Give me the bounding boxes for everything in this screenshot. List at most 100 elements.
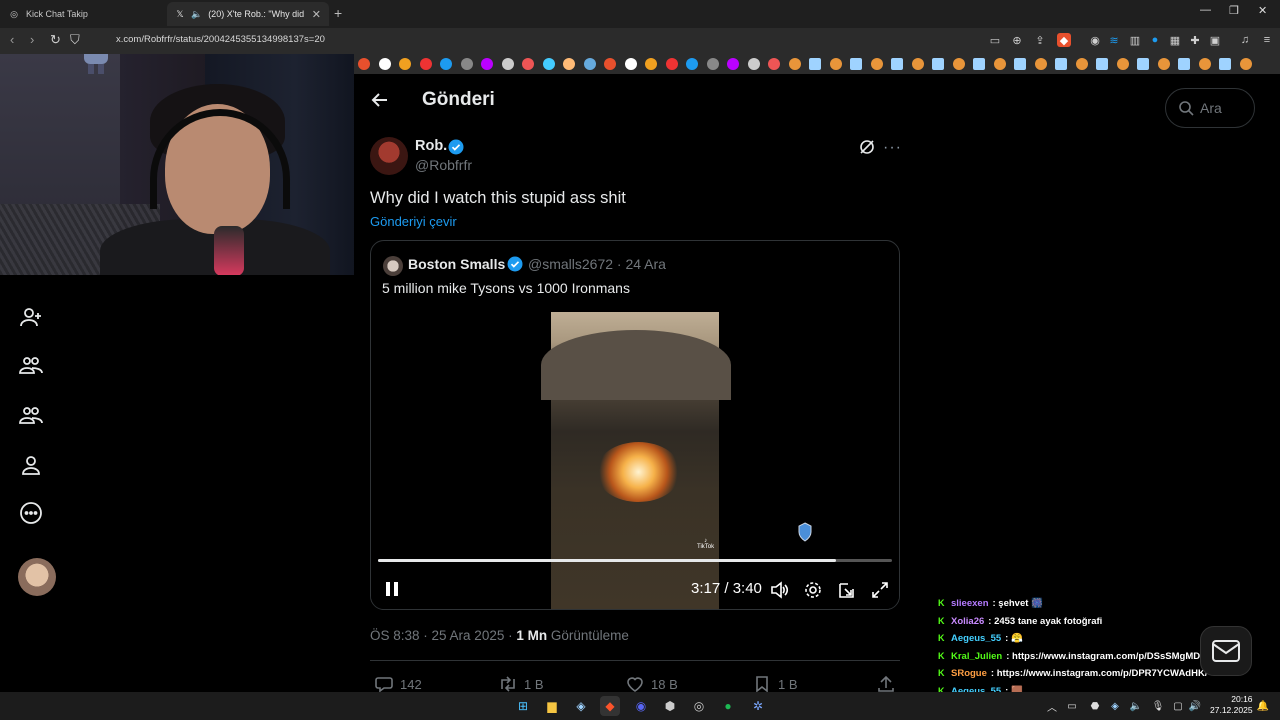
share-icon[interactable]: ⇪	[1033, 33, 1047, 47]
account-avatar[interactable]	[18, 558, 56, 596]
app-icon[interactable]: ⬢	[660, 696, 680, 716]
bookmark-favicon-icon[interactable]	[829, 58, 842, 70]
brave-shield-icon[interactable]: ◆	[1057, 33, 1071, 47]
communities-icon[interactable]	[18, 352, 44, 378]
bookmark-favicon-icon[interactable]	[481, 58, 493, 70]
reload-icon[interactable]: ↻	[50, 32, 61, 48]
file-explorer-icon[interactable]: ▆	[542, 696, 562, 716]
bookmark-favicon-icon[interactable]	[932, 58, 944, 70]
bookmark-favicon-icon[interactable]	[809, 58, 821, 70]
bookmark-favicon-icon[interactable]	[624, 58, 637, 70]
communities-2-icon[interactable]	[18, 402, 44, 428]
bookmark-favicon-icon[interactable]	[706, 58, 719, 70]
bookmark-favicon-icon[interactable]	[378, 58, 391, 70]
volume-icon[interactable]	[769, 580, 789, 600]
playlist-icon[interactable]: ♫	[1238, 33, 1252, 47]
bookmark-favicon-icon[interactable]	[645, 58, 657, 70]
forward-nav-icon[interactable]: ›	[30, 32, 34, 47]
tray-chevron-icon[interactable]: ︿	[1042, 696, 1062, 716]
bookmark-favicon-icon[interactable]	[399, 58, 411, 70]
system-clock[interactable]: 20:16 27.12.2025	[1210, 694, 1253, 716]
bookmark-favicon-icon[interactable]	[1198, 58, 1211, 70]
settings-gear-icon[interactable]	[803, 580, 823, 600]
bookmark-favicon-icon[interactable]	[501, 58, 514, 70]
back-arrow-icon[interactable]	[370, 90, 390, 110]
bookmark-favicon-icon[interactable]	[891, 58, 903, 70]
bookmark-favicon-icon[interactable]	[1116, 58, 1129, 70]
steam-tray-icon[interactable]: ◈	[1105, 696, 1125, 716]
brave-browser-icon[interactable]: ◆	[600, 696, 620, 716]
bookmark-favicon-icon[interactable]	[952, 58, 965, 70]
search-input[interactable]: Ara	[1165, 88, 1255, 128]
window-close-button[interactable]: ✕	[1258, 4, 1267, 17]
profile-icon[interactable]	[18, 452, 44, 478]
bookmark-favicon-icon[interactable]	[522, 58, 534, 70]
author-handle[interactable]: @Robfrfr	[415, 157, 472, 173]
speaker-tray-icon[interactable]: 🔊	[1185, 696, 1205, 716]
extension-icon[interactable]: ▥	[1128, 33, 1142, 47]
bookmark-favicon-icon[interactable]	[1239, 58, 1252, 70]
bookmark-favicon-icon[interactable]	[686, 58, 698, 70]
bookmark-favicon-icon[interactable]	[768, 58, 780, 70]
volume-tray-icon[interactable]: 🔈	[1126, 696, 1146, 716]
bookmark-favicon-icon[interactable]	[993, 58, 1006, 70]
pause-icon[interactable]	[384, 581, 400, 597]
bookmark-favicon-icon[interactable]	[1014, 58, 1026, 70]
bookmark-favicon-icon[interactable]	[1075, 58, 1088, 70]
follow-icon[interactable]	[18, 304, 44, 330]
repost-button[interactable]: 1 B	[498, 674, 544, 694]
bookmark-favicon-icon[interactable]	[1034, 58, 1047, 70]
bookmark-favicon-icon[interactable]	[1137, 58, 1149, 70]
extension-wave-icon[interactable]: ≋	[1107, 33, 1121, 47]
bookmark-favicon-icon[interactable]	[563, 58, 575, 70]
bookmark-button[interactable]: 1 B	[752, 674, 798, 694]
bookmark-favicon-icon[interactable]	[542, 58, 555, 70]
cast-icon[interactable]: ▭	[988, 33, 1002, 47]
bookmark-favicon-icon[interactable]	[665, 58, 678, 70]
bookmark-favicon-icon[interactable]	[973, 58, 985, 70]
bookmark-favicon-icon[interactable]	[604, 58, 616, 70]
tray-icon[interactable]: ⬣	[1085, 696, 1105, 716]
new-tab-button[interactable]: +	[334, 5, 342, 21]
bookmark-favicon-icon[interactable]	[870, 58, 883, 70]
bookmark-favicon-icon[interactable]	[727, 58, 739, 70]
bookmark-favicon-icon[interactable]	[788, 58, 801, 70]
extension-icon[interactable]: ●	[1148, 33, 1162, 47]
more-icon[interactable]: ···	[883, 139, 902, 157]
author-name[interactable]: Rob.	[415, 138, 447, 154]
video-progress-bar[interactable]	[378, 559, 892, 562]
back-nav-icon[interactable]: ‹	[10, 32, 14, 47]
url-field[interactable]: x.com/Robfrfr/status/2004245355134998137…	[116, 34, 325, 45]
mic-tray-icon[interactable]: 🎙	[1148, 696, 1168, 716]
more-options-icon[interactable]	[18, 500, 44, 526]
bookmark-favicon-icon[interactable]	[850, 58, 862, 70]
zoom-icon[interactable]: ⊕	[1010, 33, 1024, 47]
spotify-icon[interactable]: ●	[718, 696, 738, 716]
battery-icon[interactable]: ▭	[1062, 696, 1082, 716]
obs-icon[interactable]: ◎	[689, 696, 709, 716]
tab-kick-chat[interactable]: ◎ Kick Chat Takip	[0, 2, 165, 26]
quoted-tweet[interactable]: Boston Smalls @smalls2672 · 24 Ara 5 mil…	[370, 240, 900, 610]
discord-icon[interactable]: ◉	[631, 696, 651, 716]
messages-button[interactable]	[1200, 626, 1252, 676]
like-button[interactable]: 18 B	[625, 674, 678, 694]
steam-icon[interactable]: ◈	[571, 696, 591, 716]
bookmark-favicon-icon[interactable]	[583, 58, 596, 70]
sidebar-icon[interactable]: ▣	[1208, 33, 1222, 47]
maximize-button[interactable]: ❐	[1229, 4, 1239, 17]
minimize-button[interactable]: —	[1200, 4, 1211, 16]
bookmark-favicon-icon[interactable]	[1096, 58, 1108, 70]
fullscreen-icon[interactable]	[870, 580, 890, 600]
puzzle-icon[interactable]: ✚	[1188, 33, 1202, 47]
bookmark-favicon-icon[interactable]	[1157, 58, 1170, 70]
extension-icon[interactable]: ▦	[1168, 33, 1182, 47]
reply-button[interactable]: 142	[374, 674, 422, 694]
bookmark-favicon-icon[interactable]	[1055, 58, 1067, 70]
bookmark-favicon-icon[interactable]	[460, 58, 473, 70]
bookmark-favicon-icon[interactable]	[440, 58, 452, 70]
menu-icon[interactable]: ≡	[1260, 33, 1274, 47]
picture-in-picture-icon[interactable]	[837, 580, 857, 600]
notification-icon[interactable]: 🔔	[1253, 696, 1273, 716]
tab-x-post[interactable]: 𝕏 🔈 (20) X'te Rob.: "Why did I wat ✕	[167, 2, 329, 26]
close-tab-icon[interactable]: ✕	[312, 8, 321, 21]
